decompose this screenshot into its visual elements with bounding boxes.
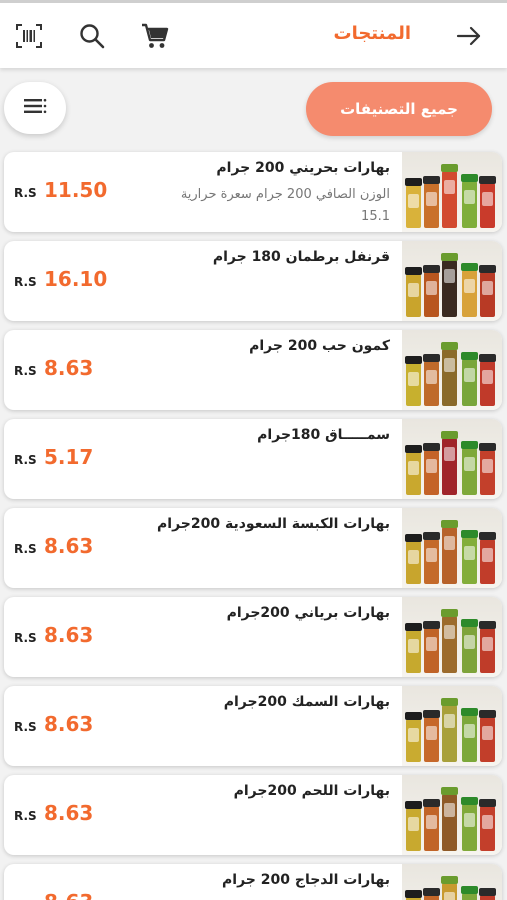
product-price: 11.50: [44, 178, 108, 202]
product-image: [402, 508, 502, 588]
product-price: 5.17: [44, 445, 94, 469]
filter-bar: جميع التصنيفات: [0, 68, 507, 148]
product-name: كمون حب 200 جرام: [249, 338, 390, 354]
product-card[interactable]: بهارات السمك 200جرام 8.63 R.S: [4, 686, 502, 766]
currency-label: R.S: [14, 453, 37, 467]
view-toggle-button[interactable]: [4, 82, 66, 134]
product-card[interactable]: قرنفل برطمان 180 جرام 16.10 R.S: [4, 241, 502, 321]
product-price: 8.63: [44, 623, 94, 647]
product-price: 8.63: [44, 801, 94, 825]
barcode-scan-icon[interactable]: [12, 19, 46, 53]
currency-label: R.S: [14, 275, 37, 289]
product-image: [402, 597, 502, 677]
product-image: [402, 419, 502, 499]
currency-label: R.S: [14, 809, 37, 823]
product-card[interactable]: سمـــــاق 180جرام 5.17 R.S: [4, 419, 502, 499]
product-price: 8.63: [44, 534, 94, 558]
currency-label: R.S: [14, 631, 37, 645]
list-menu-icon: [22, 96, 48, 120]
currency-label: R.S: [14, 542, 37, 556]
product-price: 8.63: [44, 712, 94, 736]
product-image: [402, 775, 502, 855]
search-icon[interactable]: [75, 19, 109, 53]
product-name: قرنفل برطمان 180 جرام: [212, 249, 390, 265]
product-image: [402, 330, 502, 410]
product-image: [402, 864, 502, 900]
product-card[interactable]: بهارات بحريني 200 جرام الوزن الصافي 200 ج…: [4, 152, 502, 232]
arrow-right-icon[interactable]: [452, 19, 486, 53]
product-price: 8.63: [44, 890, 93, 900]
product-card[interactable]: كمون حب 200 جرام 8.63 R.S: [4, 330, 502, 410]
top-app-bar: المنتجات: [0, 0, 507, 68]
product-card[interactable]: بهارات برياني 200جرام 8.63 R.S: [4, 597, 502, 677]
product-name: بهارات الكبسة السعودية 200جرام: [157, 516, 390, 532]
currency-label: R.S: [14, 720, 37, 734]
product-name: بهارات الدجاج 200 جرام: [222, 872, 390, 888]
product-card[interactable]: بهارات الدجاج 200 جرام8.63R.S: [4, 864, 502, 900]
currency-label: R.S: [14, 364, 37, 378]
product-image: [402, 686, 502, 766]
currency-label: R.S: [14, 186, 37, 200]
product-name: بهارات اللحم 200جرام: [233, 783, 390, 799]
all-categories-button[interactable]: جميع التصنيفات: [306, 82, 492, 136]
product-price: 8.63: [44, 356, 94, 380]
product-name: بهارات السمك 200جرام: [223, 694, 390, 710]
product-name: بهارات برياني 200جرام: [226, 605, 390, 621]
product-image: [402, 152, 502, 232]
cart-icon[interactable]: [138, 19, 172, 53]
product-name: بهارات بحريني 200 جرام: [216, 160, 390, 176]
page-title: المنتجات: [333, 23, 411, 44]
product-description: الوزن الصافي 200 جرام سعرة حرارية 15.1: [180, 187, 390, 224]
product-image: [402, 241, 502, 321]
product-card[interactable]: بهارات اللحم 200جرام 8.63 R.S: [4, 775, 502, 855]
product-card[interactable]: بهارات الكبسة السعودية 200جرام 8.63 R.S: [4, 508, 502, 588]
product-name: سمـــــاق 180جرام: [257, 427, 390, 443]
product-price: 16.10: [44, 267, 108, 291]
